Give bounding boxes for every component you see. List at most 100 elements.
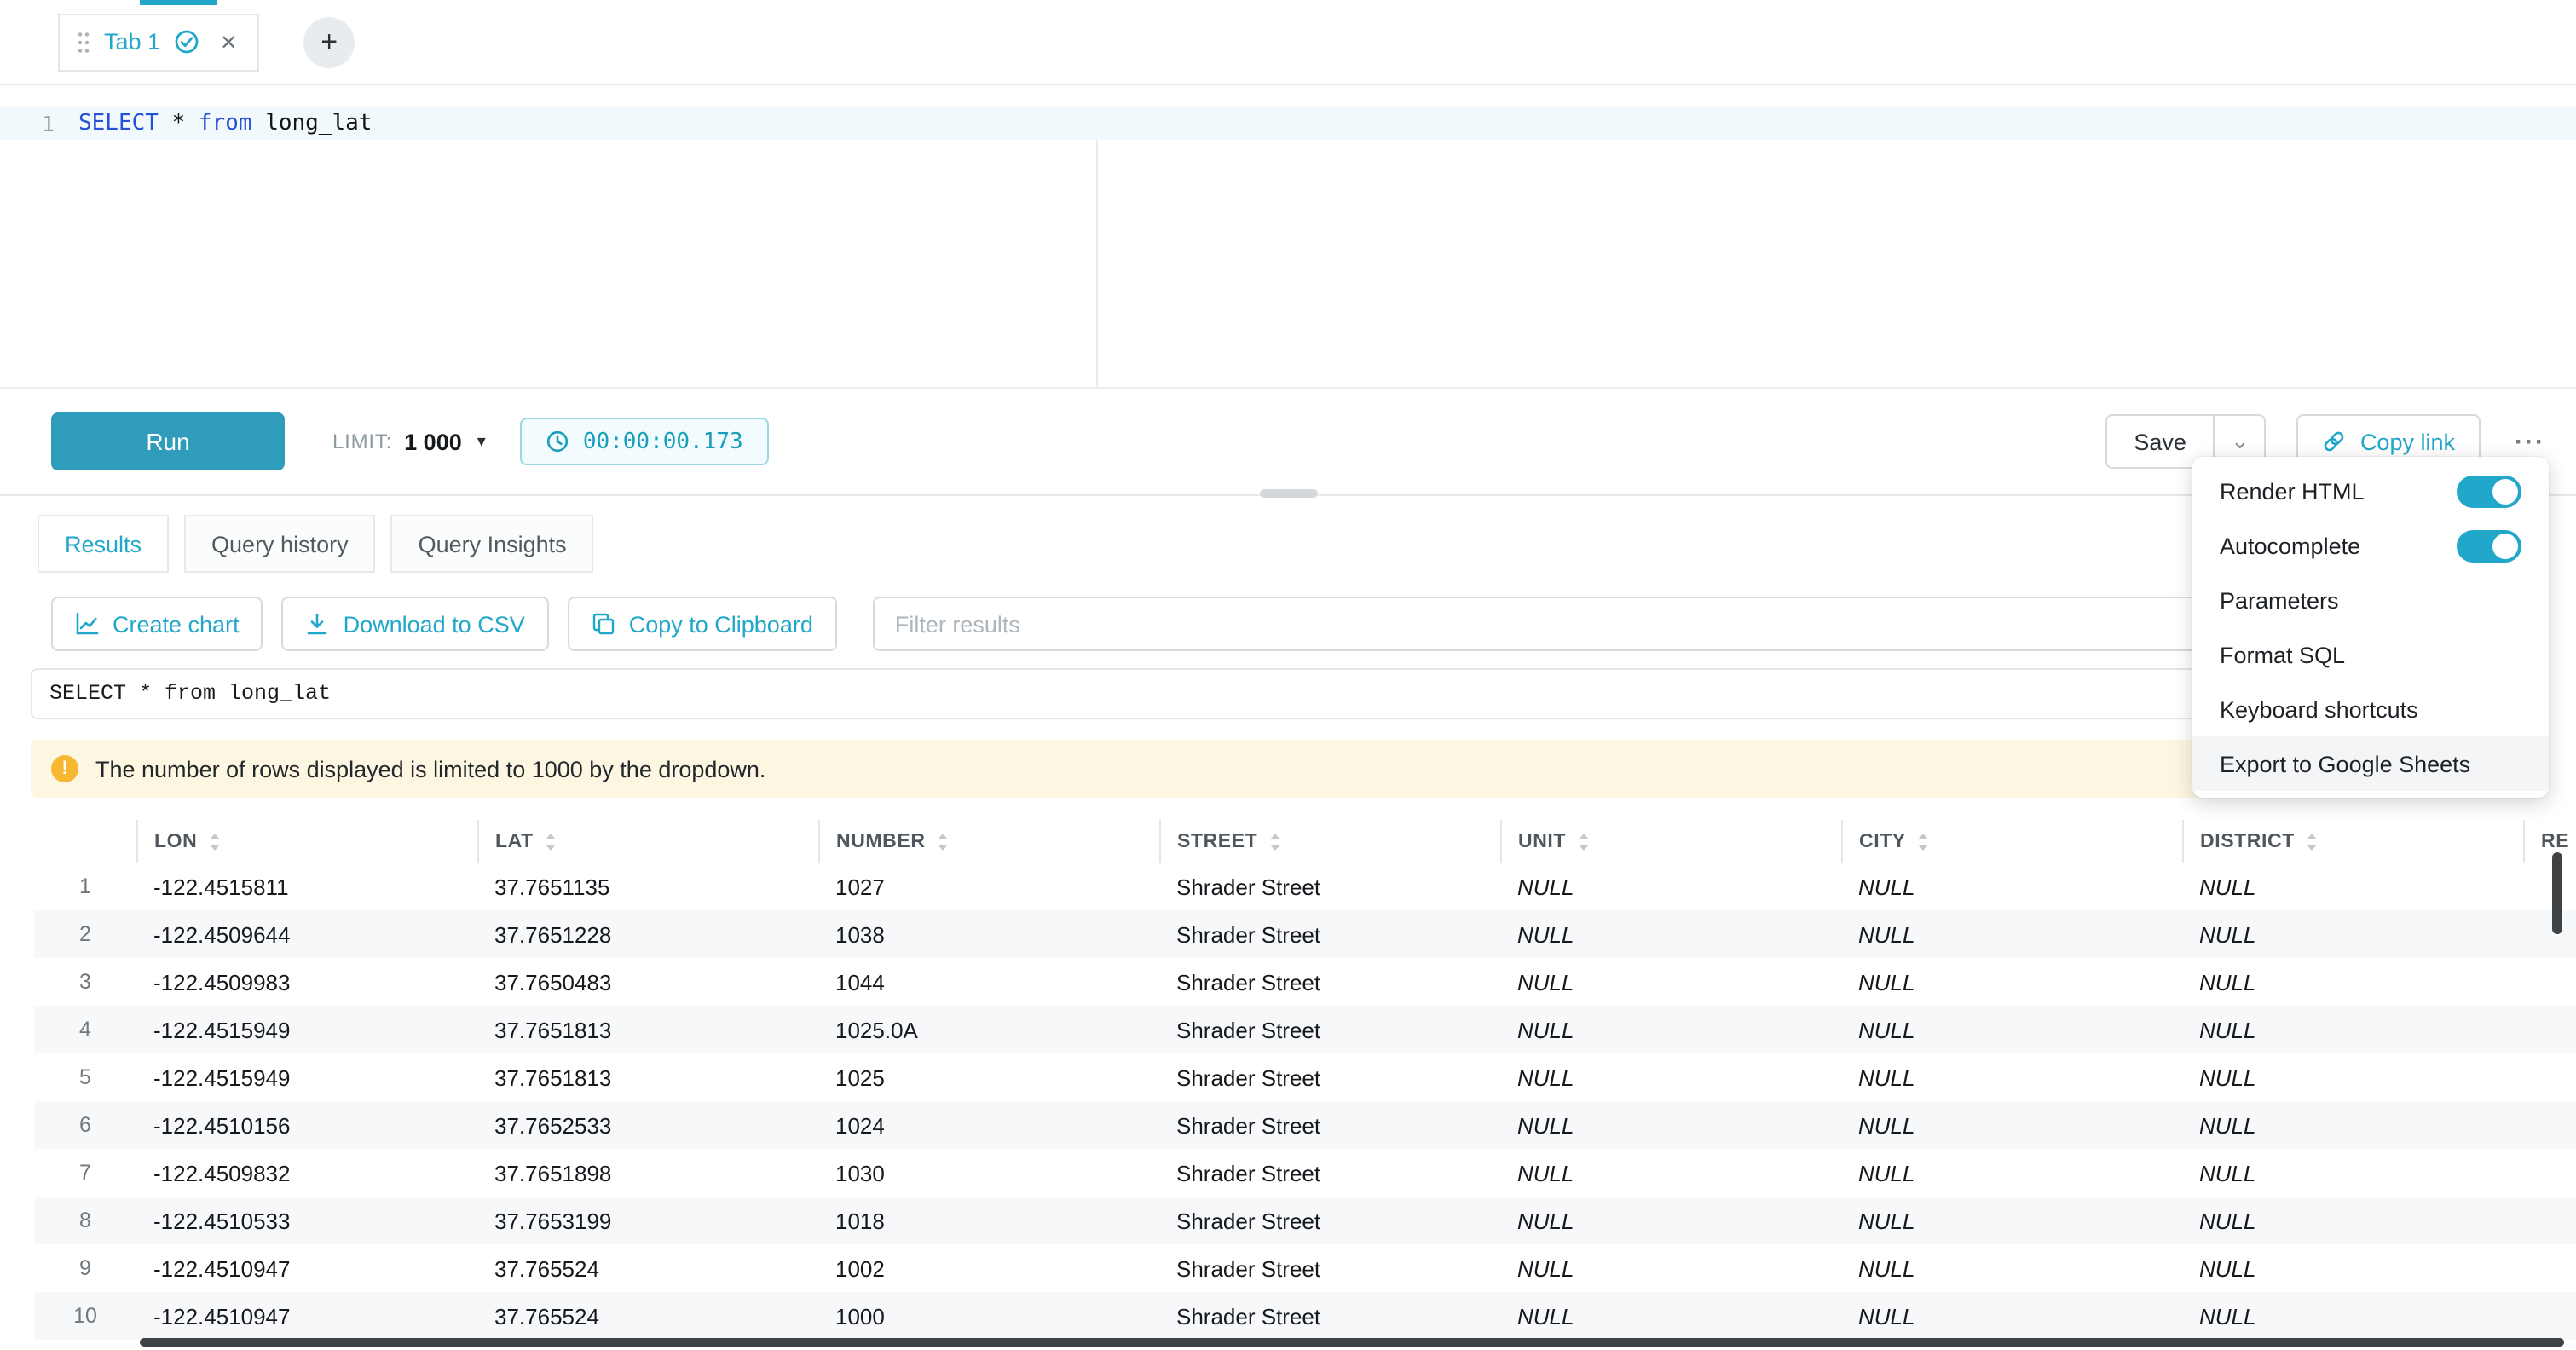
cell-city: NULL (1841, 1101, 2182, 1149)
menu-item-autocomplete[interactable]: Autocomplete (2192, 518, 2549, 573)
autocomplete-toggle[interactable] (2457, 529, 2521, 562)
column-header-re[interactable]: RE (2523, 820, 2576, 862)
cell-re (2523, 1149, 2576, 1197)
pane-resize-handle[interactable] (1259, 489, 1317, 498)
sort-icon (544, 831, 557, 851)
cell-unit: NULL (1500, 1197, 1841, 1244)
render-html-toggle[interactable] (2457, 475, 2521, 507)
cell-re (2523, 1197, 2576, 1244)
cell-number: 1024 (818, 1101, 1159, 1149)
cell-number: 1000 (818, 1292, 1159, 1340)
menu-item-label: Export to Google Sheets (2220, 751, 2470, 776)
menu-item-parameters[interactable]: Parameters (2192, 573, 2549, 627)
cell-number: 1025 (818, 1053, 1159, 1101)
cell-lat: 37.7651898 (477, 1149, 818, 1197)
cell-unit: NULL (1500, 1101, 1841, 1149)
cell-lat: 37.765524 (477, 1292, 818, 1340)
cell-lat: 37.7652533 (477, 1101, 818, 1149)
run-button[interactable]: Run (51, 412, 285, 470)
table-row: 5-122.451594937.76518131025Shrader Stree… (34, 1053, 2576, 1101)
sort-icon (2305, 831, 2319, 851)
column-header-label: LAT (495, 831, 534, 851)
row-number-cell: 11 (34, 1340, 136, 1350)
download-csv-button[interactable]: Download to CSV (282, 597, 549, 651)
column-header-lat[interactable]: LAT (477, 820, 818, 862)
menu-item-render-html[interactable]: Render HTML (2192, 464, 2549, 518)
menu-item-label: Keyboard shortcuts (2220, 696, 2418, 722)
line-number: 1 (0, 111, 78, 136)
cell-unit: NULL (1500, 1006, 1841, 1053)
column-header-lon[interactable]: LON (136, 820, 477, 862)
cell-lon: -122.4510947 (136, 1292, 477, 1340)
sql-lab-app: Tab 1 ✕ + 1 SELECT * from long_lat Run L… (0, 0, 2576, 1350)
column-header-street[interactable]: STREET (1159, 820, 1500, 862)
query-preview[interactable]: SELECT * from long_lat (31, 668, 2545, 719)
cell-lat: 37.7651813 (477, 1006, 818, 1053)
cell-number: 1027 (818, 862, 1159, 910)
create-chart-button[interactable]: Create chart (51, 597, 263, 651)
limit-dropdown[interactable]: LIMIT: 1 000 ▾ (332, 429, 486, 454)
row-number-cell: 5 (34, 1053, 136, 1101)
cell-street: Shrader Street (1159, 1292, 1500, 1340)
limit-value: 1 000 (404, 429, 462, 454)
cell-street: Shrader Street (1159, 1149, 1500, 1197)
row-number-cell: 7 (34, 1149, 136, 1197)
menu-item-label: Format SQL (2220, 642, 2345, 667)
cell-re (2523, 1053, 2576, 1101)
column-header-number[interactable]: NUMBER (818, 820, 1159, 862)
tab-tab1[interactable]: Tab 1 ✕ (58, 13, 259, 71)
cell-city: NULL (1841, 958, 2182, 1006)
editor-toolbar: Run LIMIT: 1 000 ▾ 00:00:00.173 Save ⌄ (0, 389, 2576, 494)
menu-item-keyboard-shortcuts[interactable]: Keyboard shortcuts (2192, 682, 2549, 736)
sort-icon (207, 831, 221, 851)
cell-district: NULL (2182, 1197, 2523, 1244)
column-header-label: DISTRICT (2200, 831, 2295, 851)
cell-district: NULL (2182, 958, 2523, 1006)
column-header-unit[interactable]: UNIT (1500, 820, 1841, 862)
vertical-scrollbar[interactable] (2552, 852, 2562, 934)
horizontal-scrollbar[interactable] (140, 1338, 2564, 1347)
sort-icon (1268, 831, 1281, 851)
cell-re (2523, 910, 2576, 958)
column-header-label: UNIT (1518, 831, 1566, 851)
pane-divider (0, 494, 2576, 508)
result-tab-results[interactable]: Results (38, 515, 169, 573)
chevron-down-icon: ⌄ (2231, 428, 2250, 453)
row-number-cell: 3 (34, 958, 136, 1006)
query-timer: 00:00:00.173 (520, 418, 769, 465)
cell-street: Shrader Street (1159, 958, 1500, 1006)
sql-keyword: SELECT (78, 111, 159, 136)
cell-city: NULL (1841, 1006, 2182, 1053)
toggle-knob (2492, 478, 2518, 504)
cell-re (2523, 1244, 2576, 1292)
editor-tab-bar: Tab 1 ✕ + (0, 0, 2576, 85)
cell-number: 1002 (818, 1244, 1159, 1292)
check-circle-icon (174, 29, 199, 55)
more-options-button[interactable]: ··· (2515, 427, 2545, 456)
cell-lon: -122.4509983 (136, 958, 477, 1006)
column-header-label: STREET (1177, 831, 1257, 851)
column-header-city[interactable]: CITY (1841, 820, 2182, 862)
row-number-cell: 2 (34, 910, 136, 958)
cell-district: NULL (2182, 1053, 2523, 1101)
sql-star: * (172, 111, 186, 136)
cell-district: NULL (2182, 1006, 2523, 1053)
cell-district: NULL (2182, 1244, 2523, 1292)
column-header-label: CITY (1859, 831, 1906, 851)
cell-lon: -122.4510947 (136, 1244, 477, 1292)
menu-item-export-to-google-sheets[interactable]: Export to Google Sheets (2192, 736, 2549, 791)
menu-item-label: Parameters (2220, 587, 2339, 613)
result-tab-query-history[interactable]: Query history (184, 515, 376, 573)
results-table: LONLATNUMBERSTREETUNITCITYDISTRICTRE 1-1… (34, 820, 2576, 1350)
download-csv-label: Download to CSV (344, 611, 525, 637)
column-header-district[interactable]: DISTRICT (2182, 820, 2523, 862)
add-tab-button[interactable]: + (303, 16, 355, 67)
drag-handle-icon (77, 30, 90, 54)
result-tab-query-insights[interactable]: Query Insights (391, 515, 594, 573)
sql-editor[interactable]: 1 SELECT * from long_lat (0, 107, 2576, 389)
menu-item-format-sql[interactable]: Format SQL (2192, 627, 2549, 682)
copy-clipboard-button[interactable]: Copy to Clipboard (568, 597, 837, 651)
cell-lon: -122.4510156 (136, 1101, 477, 1149)
close-tab-icon[interactable]: ✕ (220, 30, 237, 54)
cell-city: NULL (1841, 910, 2182, 958)
